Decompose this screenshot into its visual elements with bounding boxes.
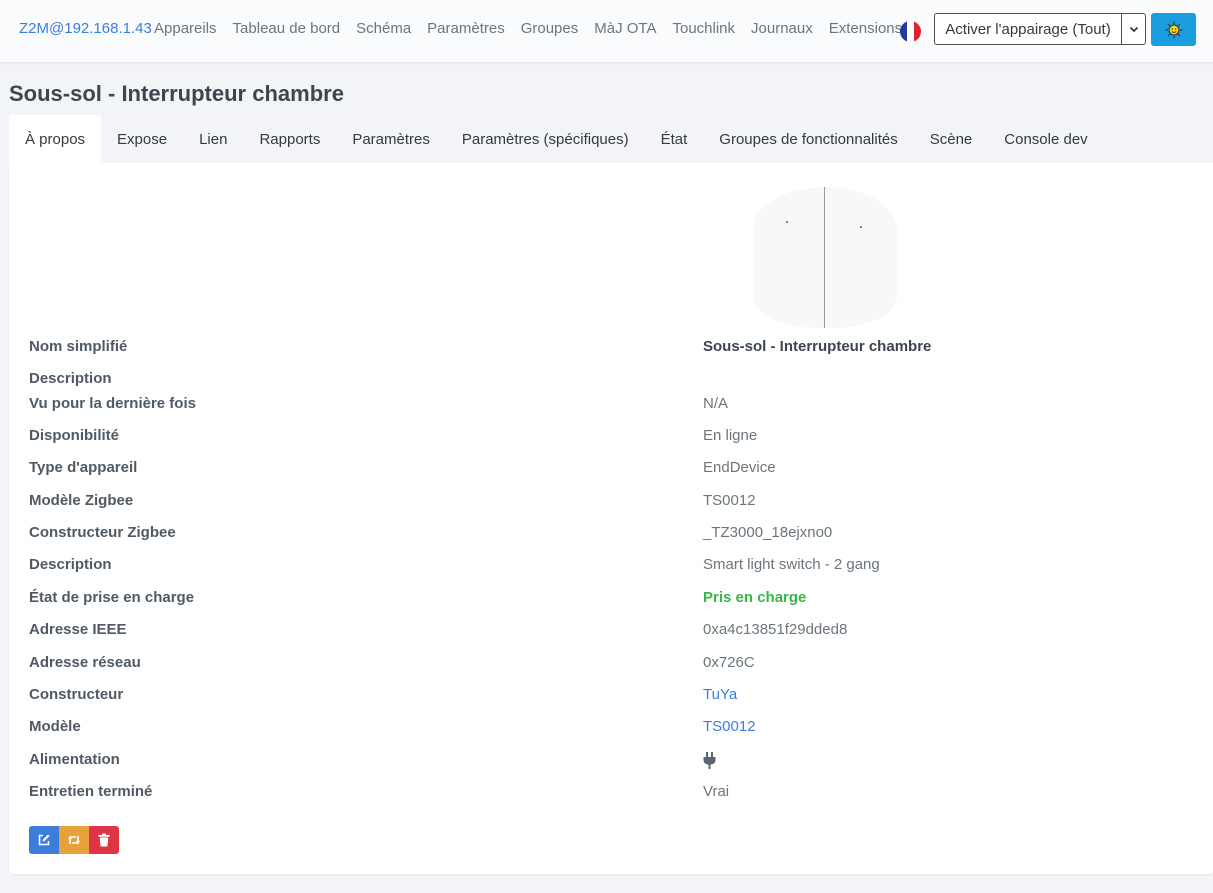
info-value-model-link[interactable]: TS0012 [703, 718, 756, 735]
tab-rapports[interactable]: Rapports [243, 115, 336, 163]
info-label: Alimentation [29, 751, 120, 768]
language-flag-icon[interactable] [900, 21, 921, 42]
info-label: Constructeur [29, 686, 124, 703]
nav-links: Appareils Tableau de bord Schéma Paramèt… [154, 20, 918, 37]
info-label: Modèle Zigbee [29, 492, 134, 509]
sun-icon [1165, 21, 1182, 38]
tab-parametres[interactable]: Paramètres [336, 115, 446, 163]
tab-console-dev[interactable]: Console dev [988, 115, 1103, 163]
info-value-zigbee-manufacturer: _TZ3000_18ejxno0 [703, 524, 833, 541]
device-image [753, 187, 897, 328]
info-label: Vu pour la dernière fois [29, 395, 196, 412]
device-actions [29, 826, 119, 854]
info-value-device-type: EndDevice [703, 459, 776, 476]
rename-icon [68, 836, 80, 844]
info-value-power-source [703, 751, 716, 773]
edit-icon [38, 834, 50, 846]
info-value-friendly-name: Sous-sol - Interrupteur chambre [703, 338, 932, 355]
info-label: Entretien terminé [29, 783, 153, 800]
tab-lien[interactable]: Lien [183, 115, 243, 163]
nav-link-schema[interactable]: Schéma [356, 20, 411, 37]
info-value-ieee-address: 0xa4c13851f29dded8 [703, 621, 848, 638]
nav-link-maj-ota[interactable]: MàJ OTA [594, 20, 656, 37]
plug-icon [703, 752, 716, 769]
tab-scene[interactable]: Scène [914, 115, 989, 163]
info-label: Adresse réseau [29, 654, 141, 671]
nav-link-extensions[interactable]: Extensions [829, 20, 902, 37]
nav-link-journaux[interactable]: Journaux [751, 20, 813, 37]
rename-button[interactable] [59, 826, 89, 854]
tab-etat[interactable]: État [645, 115, 704, 163]
info-value-network-address: 0x726C [703, 654, 755, 671]
nav-link-tableau-de-bord[interactable]: Tableau de bord [233, 20, 341, 37]
top-navbar: Z2M@192.168.1.43 Appareils Tableau de bo… [0, 0, 1213, 62]
device-tabs: À propos Expose Lien Rapports Paramètres… [9, 115, 1104, 163]
permit-join-button[interactable]: Activer l'appairage (Tout) [934, 13, 1122, 45]
info-label: Type d'appareil [29, 459, 138, 476]
info-value-last-seen: N/A [703, 395, 729, 412]
info-label: Description [29, 370, 112, 387]
nav-link-appareils[interactable]: Appareils [154, 20, 217, 37]
edit-button[interactable] [29, 826, 59, 854]
nav-link-touchlink[interactable]: Touchlink [672, 20, 735, 37]
info-value-support-status: Pris en charge [703, 589, 807, 606]
info-value-manufacturer-link[interactable]: TuYa [703, 686, 737, 703]
nav-link-groupes[interactable]: Groupes [521, 20, 579, 37]
delete-button[interactable] [89, 826, 119, 854]
permit-join-dropdown-toggle[interactable] [1121, 13, 1146, 45]
page-title: Sous-sol - Interrupteur chambre [9, 81, 344, 106]
info-value-zigbee-model: TS0012 [703, 492, 756, 509]
info-label: Constructeur Zigbee [29, 524, 176, 541]
device-info-card: Nom simplifié Sous-sol - Interrupteur ch… [9, 163, 1213, 874]
brand-link[interactable]: Z2M@192.168.1.43 [19, 20, 152, 37]
tab-parametres-specifiques[interactable]: Paramètres (spécifiques) [446, 115, 645, 163]
tab-expose[interactable]: Expose [101, 115, 183, 163]
tab-a-propos[interactable]: À propos [9, 115, 102, 163]
chevron-down-icon [1129, 26, 1138, 33]
info-label: Modèle [29, 718, 81, 735]
theme-toggle-button[interactable] [1151, 13, 1196, 46]
info-label: Nom simplifié [29, 338, 128, 355]
info-label: Disponibilité [29, 427, 119, 444]
nav-link-parametres[interactable]: Paramètres [427, 20, 505, 37]
info-value-model-description: Smart light switch - 2 gang [703, 556, 880, 573]
info-label: État de prise en charge [29, 589, 195, 606]
info-label: Description [29, 556, 112, 573]
info-value-interview-completed: Vrai [703, 783, 730, 800]
info-label: Adresse IEEE [29, 621, 127, 638]
trash-icon [98, 833, 110, 847]
info-value-availability: En ligne [703, 427, 758, 444]
tab-groupes-fonctionnalites[interactable]: Groupes de fonctionnalités [703, 115, 913, 163]
